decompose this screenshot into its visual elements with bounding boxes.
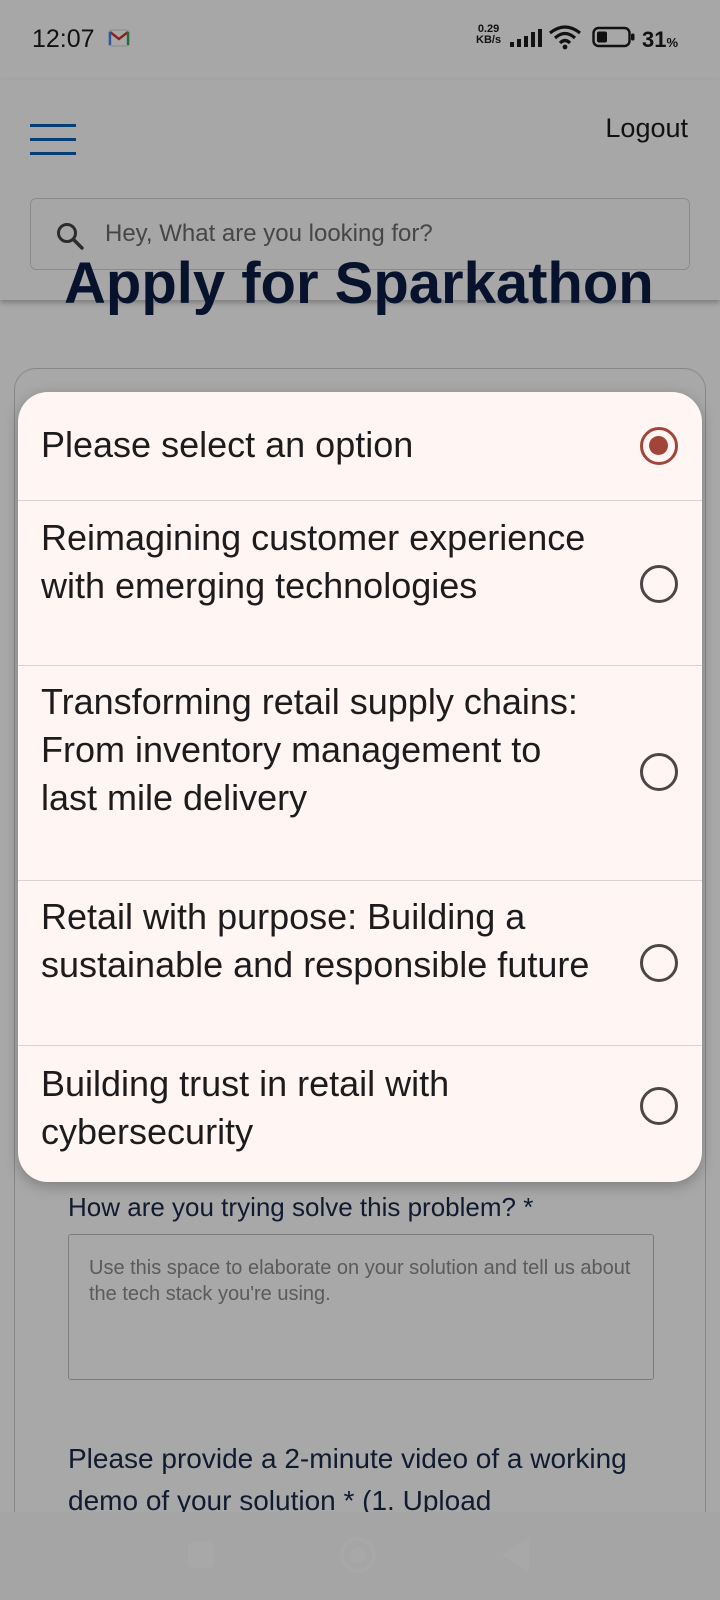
radio-icon[interactable] (640, 1087, 678, 1125)
option-customer-experience[interactable]: Reimagining customer experience with eme… (18, 500, 702, 665)
radio-icon[interactable] (640, 565, 678, 603)
option-supply-chains[interactable]: Transforming retail supply chains: From … (18, 665, 702, 880)
radio-selected-icon[interactable] (640, 427, 678, 465)
option-cybersecurity[interactable]: Building trust in retail with cybersecur… (18, 1045, 702, 1182)
option-label: Building trust in retail with cybersecur… (41, 1063, 450, 1152)
option-label: Transforming retail supply chains: From … (41, 681, 578, 818)
radio-icon[interactable] (640, 944, 678, 982)
option-label: Reimagining customer experience with eme… (41, 517, 586, 606)
option-label: Retail with purpose: Building a sustaina… (41, 896, 590, 985)
option-label: Please select an option (41, 424, 414, 465)
option-please-select[interactable]: Please select an option (18, 392, 702, 500)
options-dialog: Please select an option Reimagining cust… (18, 392, 702, 1182)
option-retail-purpose[interactable]: Retail with purpose: Building a sustaina… (18, 880, 702, 1045)
radio-icon[interactable] (640, 753, 678, 791)
